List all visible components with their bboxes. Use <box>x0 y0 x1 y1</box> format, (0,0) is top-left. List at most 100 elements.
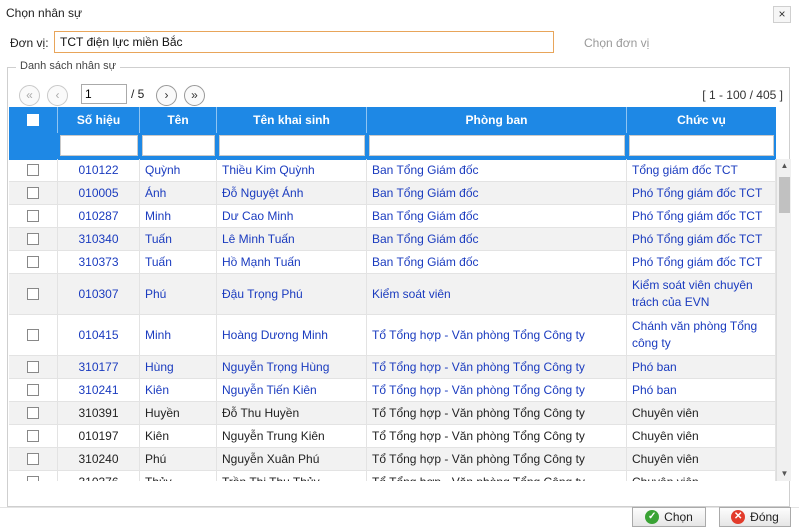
scroll-up-icon[interactable]: ▲ <box>777 159 792 173</box>
table-row[interactable]: 310340 Tuấn Lê Minh Tuấn Ban Tổng Giám đốc P… <box>9 228 776 251</box>
first-page-button[interactable]: « <box>19 85 40 106</box>
cell-ten-khai-sinh: Nguyễn Tiến Kiên <box>217 379 367 401</box>
filter-phong-ban-input[interactable] <box>369 135 625 156</box>
cell-ten-khai-sinh: Thiều Kim Quỳnh <box>217 159 367 181</box>
row-select-cell <box>9 471 58 481</box>
cell-ten-khai-sinh: Nguyễn Trọng Hùng <box>217 356 367 378</box>
select-all-cell <box>9 107 58 133</box>
page-number-input[interactable] <box>81 84 127 104</box>
cell-ten: Huyền <box>140 402 217 424</box>
row-checkbox[interactable] <box>27 384 39 396</box>
row-select-cell <box>9 251 58 273</box>
last-page-button[interactable]: » <box>184 85 205 106</box>
cell-ten-khai-sinh: Đậu Trọng Phú <box>217 274 367 314</box>
row-checkbox[interactable] <box>27 256 39 268</box>
cell-ten: Phú <box>140 448 217 470</box>
table-row[interactable]: 310241 Kiên Nguyễn Tiến Kiên Tổ Tổng hợp - … <box>9 379 776 402</box>
row-checkbox[interactable] <box>27 288 39 300</box>
next-page-button[interactable]: › <box>156 85 177 106</box>
row-select-cell <box>9 315 58 355</box>
table-row[interactable]: 310177 Hùng Nguyễn Trọng Hùng Tổ Tổng hợp -… <box>9 356 776 379</box>
cell-so-hieu: 310340 <box>58 228 140 250</box>
cell-so-hieu: 010415 <box>58 315 140 355</box>
dong-button-label: Đóng <box>750 510 779 524</box>
cell-chuc-vu: Tổng giám đốc TCT <box>627 159 776 181</box>
col-so-hieu[interactable]: Số hiệu <box>58 107 140 133</box>
filter-row <box>9 133 776 160</box>
cell-ten: Hùng <box>140 356 217 378</box>
cell-ten-khai-sinh: Hồ Mạnh Tuấn <box>217 251 367 273</box>
check-icon: ✓ <box>645 510 660 524</box>
row-checkbox[interactable] <box>27 407 39 419</box>
cell-ten: Phú <box>140 274 217 314</box>
table-row[interactable]: 010307 Phú Đậu Trọng Phú Kiểm soát viên Kiểm… <box>9 274 776 315</box>
cell-so-hieu: 010197 <box>58 425 140 447</box>
table-row[interactable]: 010197 Kiên Nguyễn Trung Kiên Tổ Tổng hợp -… <box>9 425 776 448</box>
dialog-title: Chọn nhân sự <box>6 6 83 20</box>
cell-ten-khai-sinh: Nguyễn Trung Kiên <box>217 425 367 447</box>
table-row[interactable]: 010287 Minh Dư Cao Minh Ban Tổng Giám đốc Ph… <box>9 205 776 228</box>
cell-phong-ban: Tổ Tổng hợp - Văn phòng Tổng Công ty <box>367 315 627 355</box>
row-select-cell <box>9 379 58 401</box>
filter-ten-input[interactable] <box>142 135 215 156</box>
cell-ten: Kiên <box>140 379 217 401</box>
col-chuc-vu[interactable]: Chức vụ <box>627 107 776 133</box>
table-row[interactable]: 010415 Minh Hoàng Dương Minh Tổ Tổng hợp - … <box>9 315 776 356</box>
cell-ten: Kiên <box>140 425 217 447</box>
row-select-cell <box>9 402 58 424</box>
col-ten[interactable]: Tên <box>140 107 217 133</box>
table-row[interactable]: 010122 Quỳnh Thiều Kim Quỳnh Ban Tổng Giám … <box>9 159 776 182</box>
cell-chuc-vu: Chánh văn phòng Tổng công ty <box>627 315 776 355</box>
cell-ten-khai-sinh: Lê Minh Tuấn <box>217 228 367 250</box>
table-row[interactable]: 310373 Tuấn Hồ Mạnh Tuấn Ban Tổng Giám đốc P… <box>9 251 776 274</box>
row-checkbox[interactable] <box>27 233 39 245</box>
table-row[interactable]: 310240 Phú Nguyễn Xuân Phú Tổ Tổng hợp - Vă… <box>9 448 776 471</box>
table-row[interactable]: 310376ThủyTrần Thị Thu ThủyTổ Tổng hợp -… <box>9 471 776 481</box>
row-select-cell <box>9 159 58 181</box>
row-checkbox[interactable] <box>27 210 39 222</box>
row-checkbox[interactable] <box>27 476 39 481</box>
row-checkbox[interactable] <box>27 164 39 176</box>
cell-so-hieu: 310376 <box>58 471 140 481</box>
prev-page-button[interactable]: ‹ <box>47 85 68 106</box>
dong-button[interactable]: ✕ Đóng <box>719 507 791 527</box>
col-phong-ban[interactable]: Phòng ban <box>367 107 627 133</box>
filter-so-hieu-input[interactable] <box>60 135 138 156</box>
chon-button[interactable]: ✓ Chọn <box>632 507 706 527</box>
cell-chuc-vu: Chuyên viên <box>627 425 776 447</box>
cell-ten-khai-sinh: Hoàng Dương Minh <box>217 315 367 355</box>
grid-scrollbar[interactable]: ▲ ▼ <box>776 159 791 481</box>
col-ten-khai-sinh[interactable]: Tên khai sinh <box>217 107 367 133</box>
filter-ten-khai-sinh-input[interactable] <box>219 135 365 156</box>
scroll-thumb[interactable] <box>779 177 790 213</box>
cell-phong-ban: Ban Tổng Giám đốc <box>367 228 627 250</box>
table-row[interactable]: 310391 Huyền Đỗ Thu Huyền Tổ Tổng hợp - Văn… <box>9 402 776 425</box>
cell-so-hieu: 310391 <box>58 402 140 424</box>
select-all-checkbox[interactable] <box>27 114 39 126</box>
cell-ten: Ánh <box>140 182 217 204</box>
donvi-input[interactable] <box>54 31 554 53</box>
row-select-cell <box>9 228 58 250</box>
cell-chuc-vu: Chuyên viên <box>627 448 776 470</box>
close-circle-icon: ✕ <box>731 510 746 524</box>
filter-chuc-vu-input[interactable] <box>629 135 774 156</box>
row-select-cell <box>9 425 58 447</box>
chon-donvi-link[interactable]: Chọn đơn vị <box>584 36 649 50</box>
row-checkbox[interactable] <box>27 329 39 341</box>
cell-ten: Minh <box>140 205 217 227</box>
cell-so-hieu: 010005 <box>58 182 140 204</box>
cell-ten: Tuấn <box>140 251 217 273</box>
cell-ten-khai-sinh: Trần Thị Thu Thủy <box>217 471 367 481</box>
cell-ten: Minh <box>140 315 217 355</box>
cell-chuc-vu: Phó ban <box>627 356 776 378</box>
row-checkbox[interactable] <box>27 430 39 442</box>
row-checkbox[interactable] <box>27 361 39 373</box>
row-checkbox[interactable] <box>27 453 39 465</box>
cell-phong-ban: Ban Tổng Giám đốc <box>367 182 627 204</box>
row-checkbox[interactable] <box>27 187 39 199</box>
close-icon[interactable]: × <box>773 6 791 23</box>
cell-ten: Tuấn <box>140 228 217 250</box>
table-row[interactable]: 010005 Ánh Đỗ Nguyệt Ánh Ban Tổng Giám đốc P… <box>9 182 776 205</box>
record-range: [ 1 - 100 / 405 ] <box>702 88 783 102</box>
scroll-down-icon[interactable]: ▼ <box>777 467 792 481</box>
